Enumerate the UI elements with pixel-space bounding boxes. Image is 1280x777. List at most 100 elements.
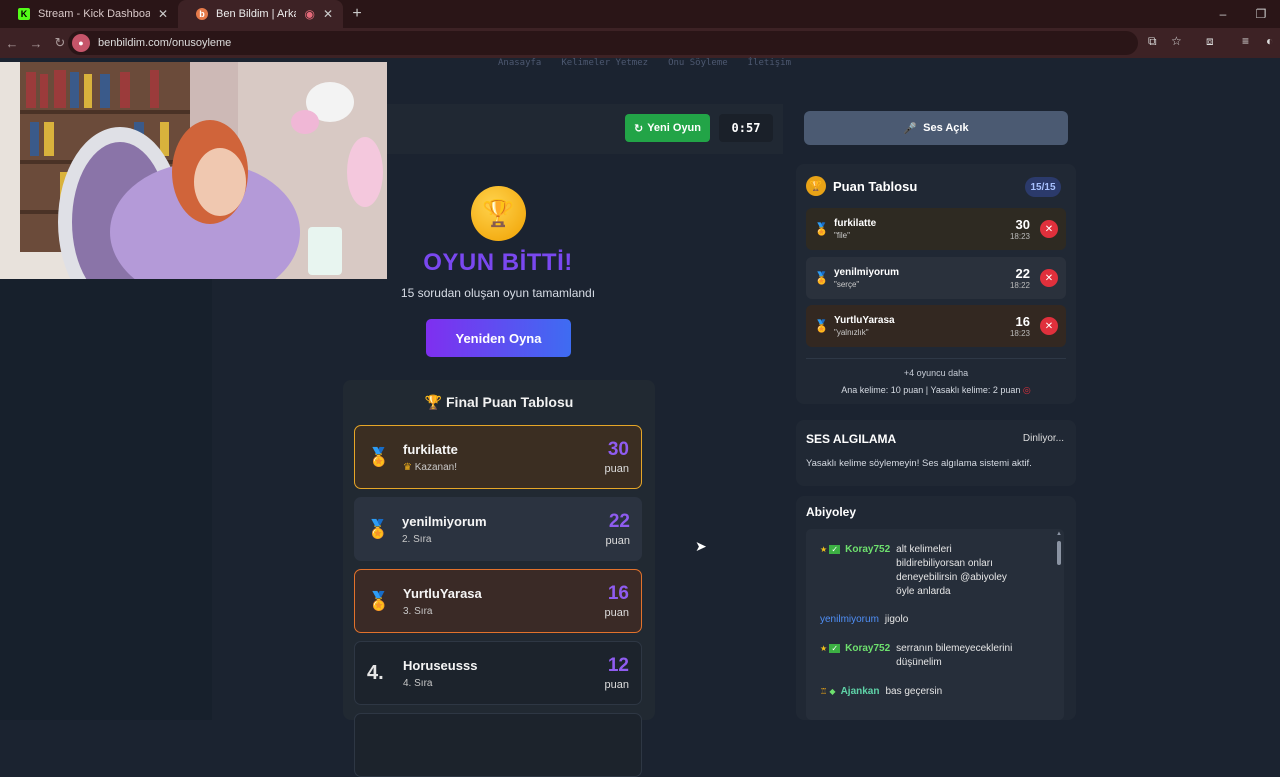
nav-link-onu-soyleme[interactable]: Onu Söyleme — [668, 58, 728, 68]
replay-button[interactable]: Yeniden Oyna — [426, 319, 571, 357]
final-row-5 — [354, 713, 642, 777]
more-players-text: +4 oyuncu daha — [903, 368, 969, 378]
media-control-icon[interactable]: ≡ — [1242, 34, 1249, 48]
browser-tab-bar: K Stream - Kick Dashboard ✕ b Ben Bildim… — [0, 0, 1280, 28]
site-nav: Anasayfa Kelimeler Yetmez Onu Söyleme İl… — [498, 58, 791, 68]
chat-message: ★ ✓ Koray752 serranın bilemeyeceklerini … — [820, 642, 1021, 670]
player-rank-label: Kazanan! — [414, 461, 458, 473]
chat-text: alt kelimeleri bildirebiliyorsan onları … — [896, 544, 1007, 597]
back-icon[interactable]: ← — [0, 36, 24, 51]
player-rank-label: 2. Sıra — [402, 533, 432, 545]
guessed-word: "yalnızlık" — [834, 328, 869, 337]
voice-detection-description: Yasaklı kelime söylemeyin! Ses algılama … — [806, 458, 1032, 469]
scoreboard-title: Puan Tablosu — [833, 178, 918, 194]
final-scoreboard-title: 🏆 Final Puan Tablosu — [343, 394, 655, 411]
refresh-icon: ↻ — [633, 122, 644, 135]
vip-badge-icon: ★ ✓ — [820, 545, 841, 554]
player-score: 30 — [607, 439, 629, 460]
site-info-icon[interactable]: ● — [72, 34, 90, 52]
remove-player-button[interactable]: ✕ — [1040, 269, 1058, 287]
silver-medal-icon: 🏅 — [366, 518, 390, 539]
player-name: Horuseusss — [403, 657, 478, 673]
player-score: 22 — [1015, 266, 1030, 281]
crown-icon: ♛ — [403, 461, 415, 473]
score-time: 18:22 — [1009, 281, 1030, 290]
maximize-icon[interactable]: ❐ — [1242, 7, 1280, 21]
score-row-1: 🏅 furkilatte "file" 30 18:23 ✕ — [806, 208, 1066, 250]
tab-close-icon[interactable]: ✕ — [323, 7, 333, 21]
extensions-icon[interactable]: ⧈ — [1206, 34, 1214, 49]
sound-toggle-button[interactable]: 🎤 Ses Açık — [804, 111, 1068, 145]
chat-scrollbar[interactable] — [1057, 541, 1061, 565]
player-name: furkilatte — [403, 441, 458, 457]
new-game-button[interactable]: ↻ Yeni Oyun — [625, 114, 710, 142]
trophy-icon: 🏆 — [471, 186, 526, 241]
profile-icon[interactable]: ◐ — [1266, 34, 1273, 48]
chat-text: bas geçersin — [885, 686, 943, 697]
browser-tab-kick[interactable]: K Stream - Kick Dashboard ✕ — [0, 0, 178, 28]
chat-username[interactable]: Ajankan — [841, 685, 880, 699]
guessed-word: "serçe" — [834, 280, 860, 289]
rank-number: 4. — [367, 661, 384, 684]
url-field[interactable]: ● benbildim.com/onusoyleme — [68, 31, 1138, 55]
remove-player-button[interactable]: ✕ — [1040, 317, 1058, 335]
benbildim-logo-icon: b — [196, 8, 208, 20]
game-over-title: OYUN BİTTİ! — [423, 249, 573, 276]
trophy-icon: 🏆 — [424, 394, 443, 410]
new-tab-button[interactable]: + — [343, 5, 371, 23]
player-rank-label: 4. Sıra — [403, 677, 433, 689]
minimize-icon[interactable]: – — [1204, 7, 1242, 21]
remove-player-button[interactable]: ✕ — [1040, 220, 1058, 238]
player-name: yenilmiyorum — [402, 513, 487, 529]
player-name: YurtluYarasa — [834, 315, 895, 326]
trophy-icon: 🏆 — [806, 176, 826, 196]
player-name: furkilatte — [834, 218, 877, 229]
chat-username[interactable]: Koray752 — [845, 543, 890, 599]
player-score: 12 — [607, 655, 629, 676]
score-unit: puan — [604, 607, 629, 619]
chat-message: ♖ ◆ Ajankan bas geçersin — [820, 685, 1010, 699]
final-scoreboard-title-text: Final Puan Tablosu — [446, 394, 574, 410]
tab-close-icon[interactable]: ✕ — [158, 7, 168, 21]
final-row-1: 🏅 furkilatte ♛ Kazanan! 30 puan — [354, 425, 642, 489]
tab-title: Ben Bildim | Arkadaşlarınla ... — [216, 8, 296, 20]
install-app-icon[interactable]: ⧉ — [1148, 34, 1157, 49]
chat-text: serranın bilemeyeceklerini düşünelim — [896, 643, 1013, 668]
webcam-overlay — [0, 62, 387, 279]
nav-link-home[interactable]: Anasayfa — [498, 58, 541, 68]
tab-title: Stream - Kick Dashboard — [38, 8, 150, 20]
nav-link-iletisim[interactable]: İletişim — [748, 58, 791, 68]
forward-icon[interactable]: → — [24, 36, 48, 51]
target-icon: ◎ — [1022, 385, 1031, 395]
score-unit: puan — [604, 679, 629, 691]
sound-toggle-label: Ses Açık — [923, 122, 969, 134]
chat-messages[interactable]: ▲ ★ ✓ Koray752 alt kelimeleri bildirebil… — [806, 529, 1064, 720]
chat-username[interactable]: Koray752 — [845, 642, 890, 670]
final-row-4: 4. Horuseusss 4. Sıra 12 puan — [354, 641, 642, 705]
browser-tab-benbildim[interactable]: b Ben Bildim | Arkadaşlarınla ... ◉ ✕ — [178, 0, 343, 28]
scoring-rules: Ana kelime: 10 puan | Yasaklı kelime: 2 … — [796, 385, 1076, 396]
player-score: 22 — [608, 511, 630, 532]
bronze-medal-icon: 🏅 — [814, 319, 829, 333]
nav-link-kelimeler[interactable]: Kelimeler Yetmez — [561, 58, 648, 68]
final-row-2: 🏅 yenilmiyorum 2. Sıra 22 puan — [354, 497, 642, 561]
chat-message: yenilmiyorum jigolo — [820, 613, 1010, 627]
score-unit: puan — [604, 463, 629, 475]
vip-badge-icon: ★ ✓ — [820, 644, 841, 653]
divider — [806, 358, 1066, 359]
player-name: yenilmiyorum — [834, 267, 900, 278]
kick-logo-icon: K — [18, 8, 30, 20]
chat-username[interactable]: yenilmiyorum — [820, 613, 879, 627]
bookmark-star-icon[interactable]: ☆ — [1171, 34, 1182, 48]
final-scoreboard: 🏆 Final Puan Tablosu 🏅 furkilatte ♛ Kaza… — [343, 380, 655, 777]
gold-medal-icon: 🏅 — [814, 222, 829, 236]
question-count-badge: 15/15 — [1025, 177, 1061, 197]
chat-title: Abiyoley — [806, 505, 857, 519]
scroll-up-icon[interactable]: ▲ — [1056, 531, 1062, 537]
voice-detection-status: Dinliyor... — [1022, 433, 1064, 444]
silver-medal-icon: 🏅 — [814, 271, 829, 285]
bronze-medal-icon: 🏅 — [367, 590, 391, 611]
chat-panel: Abiyoley ▲ ★ ✓ Koray752 alt kelimeleri b… — [796, 496, 1076, 720]
game-timer: 0:57 — [719, 114, 773, 142]
final-row-3: 🏅 YurtluYarasa 3. Sıra 16 puan — [354, 569, 642, 633]
